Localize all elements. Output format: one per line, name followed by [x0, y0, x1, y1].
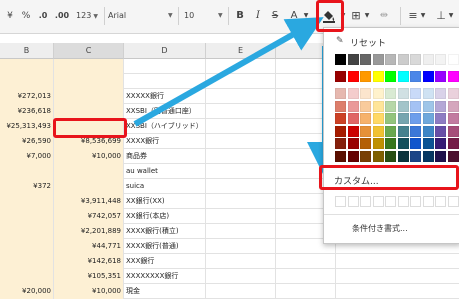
color-swatch[interactable]	[435, 88, 446, 99]
color-swatch[interactable]	[422, 138, 434, 149]
color-swatch[interactable]	[385, 150, 396, 162]
color-swatch[interactable]	[397, 71, 409, 82]
color-swatch[interactable]	[372, 54, 384, 65]
custom-color-slot[interactable]	[410, 196, 421, 207]
color-swatch[interactable]	[360, 150, 371, 162]
color-swatch[interactable]	[397, 138, 409, 149]
divider	[324, 214, 459, 215]
color-swatch[interactable]	[335, 100, 346, 112]
color-swatch[interactable]	[410, 100, 421, 112]
custom-color-slot[interactable]	[447, 196, 459, 207]
color-swatch[interactable]	[410, 150, 421, 162]
color-swatch[interactable]	[360, 138, 371, 149]
color-swatch[interactable]	[335, 113, 346, 124]
color-swatch[interactable]	[347, 125, 359, 137]
color-swatch[interactable]	[397, 100, 409, 112]
color-swatch[interactable]	[347, 54, 359, 65]
color-swatch[interactable]	[385, 113, 396, 124]
color-swatch[interactable]	[385, 71, 396, 82]
pencil-icon: ✎	[336, 36, 344, 46]
color-swatch[interactable]	[397, 113, 409, 124]
color-swatch[interactable]	[335, 71, 346, 82]
fill-button-highlight	[316, 0, 344, 32]
color-swatch[interactable]	[422, 125, 434, 137]
color-swatch[interactable]	[372, 71, 384, 82]
color-swatch[interactable]	[360, 71, 371, 82]
color-swatch[interactable]	[447, 113, 459, 124]
color-swatch[interactable]	[347, 100, 359, 112]
color-swatch[interactable]	[447, 88, 459, 99]
target-cell-highlight	[53, 118, 127, 138]
color-swatch[interactable]	[347, 88, 359, 99]
custom-color-slot[interactable]	[335, 196, 346, 207]
color-swatch[interactable]	[385, 125, 396, 137]
color-swatch[interactable]	[435, 138, 446, 149]
custom-color-slot[interactable]	[360, 196, 371, 207]
color-swatch[interactable]	[422, 88, 434, 99]
color-swatch[interactable]	[385, 100, 396, 112]
color-swatch[interactable]	[335, 125, 346, 137]
color-swatch[interactable]	[410, 138, 421, 149]
arrow-to-fill-button	[133, 17, 324, 127]
color-swatch[interactable]	[360, 54, 371, 65]
color-swatch[interactable]	[435, 113, 446, 124]
color-swatch[interactable]	[435, 150, 446, 162]
color-swatch[interactable]	[410, 71, 421, 82]
color-swatch[interactable]	[397, 54, 409, 65]
color-swatch[interactable]	[397, 125, 409, 137]
color-swatch[interactable]	[372, 113, 384, 124]
color-swatch[interactable]	[435, 54, 446, 65]
color-swatch[interactable]	[385, 54, 396, 65]
color-swatch[interactable]	[435, 71, 446, 82]
color-swatch[interactable]	[422, 54, 434, 65]
color-swatch[interactable]	[385, 138, 396, 149]
color-swatch[interactable]	[360, 125, 371, 137]
custom-item-highlight	[319, 165, 459, 190]
color-swatch[interactable]	[372, 150, 384, 162]
color-swatch[interactable]	[447, 54, 459, 65]
color-swatch[interactable]	[347, 71, 359, 82]
color-swatch[interactable]	[372, 138, 384, 149]
color-swatch[interactable]	[372, 88, 384, 99]
color-swatch[interactable]	[335, 88, 346, 99]
color-swatch[interactable]	[447, 71, 459, 82]
color-swatch[interactable]	[360, 88, 371, 99]
color-swatch[interactable]	[372, 100, 384, 112]
color-swatch[interactable]	[397, 150, 409, 162]
color-swatch[interactable]	[335, 54, 346, 65]
color-swatch[interactable]	[447, 125, 459, 137]
color-swatch[interactable]	[447, 150, 459, 162]
conditional-formatting-item[interactable]: 条件付き書式...	[352, 223, 408, 234]
color-swatch[interactable]	[422, 150, 434, 162]
color-swatch[interactable]	[347, 150, 359, 162]
color-swatch[interactable]	[422, 100, 434, 112]
color-swatch[interactable]	[410, 125, 421, 137]
color-swatch[interactable]	[335, 150, 346, 162]
custom-color-slot[interactable]	[372, 196, 384, 207]
custom-color-slot[interactable]	[397, 196, 409, 207]
color-swatch[interactable]	[422, 113, 434, 124]
color-swatch[interactable]	[347, 113, 359, 124]
custom-color-slot[interactable]	[385, 196, 396, 207]
color-swatch[interactable]	[435, 100, 446, 112]
color-swatch[interactable]	[360, 113, 371, 124]
color-swatch[interactable]	[397, 88, 409, 99]
color-swatch[interactable]	[410, 88, 421, 99]
color-swatch[interactable]	[347, 138, 359, 149]
color-swatch[interactable]	[372, 125, 384, 137]
color-swatch[interactable]	[410, 113, 421, 124]
color-swatch[interactable]	[335, 138, 346, 149]
color-swatch[interactable]	[385, 88, 396, 99]
color-swatch[interactable]	[447, 138, 459, 149]
color-swatch[interactable]	[422, 71, 434, 82]
color-swatch[interactable]	[360, 100, 371, 112]
color-swatch[interactable]	[410, 54, 421, 65]
reset-label: リセット	[350, 39, 387, 49]
color-swatch[interactable]	[447, 100, 459, 112]
fill-color-palette: ✎ リセット カスタム... 条件付き書式...	[323, 27, 459, 244]
custom-color-slot[interactable]	[422, 196, 434, 207]
color-swatch[interactable]	[435, 125, 446, 137]
custom-color-slot[interactable]	[435, 196, 446, 207]
custom-color-slot[interactable]	[347, 196, 359, 207]
